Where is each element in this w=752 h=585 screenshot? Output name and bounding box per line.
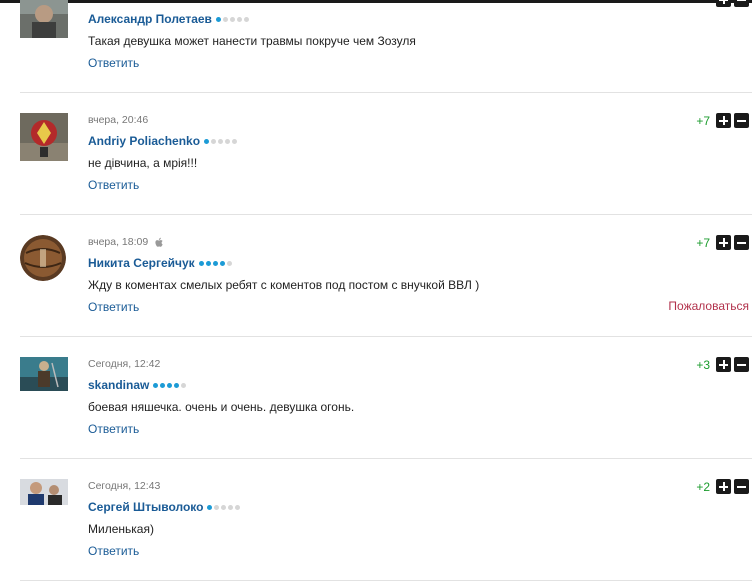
rating-dots (207, 504, 241, 510)
comment-text: боевая няшечка. очень и очень. девушка о… (88, 400, 355, 414)
avatar[interactable] (20, 0, 68, 38)
divider (20, 92, 752, 93)
vote-controls: +7 (696, 113, 749, 128)
comment-author[interactable]: Andriy Poliachenko (88, 134, 238, 148)
comment-author[interactable]: Сергей Штыволоко (88, 500, 241, 514)
divider (20, 458, 752, 459)
vote-controls: +2 (696, 479, 749, 494)
avatar[interactable] (20, 235, 66, 281)
comment-text: Такая девушка может нанести травмы покру… (88, 34, 416, 48)
vote-score: +7 (696, 235, 710, 250)
reply-link[interactable]: Ответить (88, 544, 139, 558)
comment-text: Жду в коментах смелых ребят с коментов п… (88, 278, 480, 292)
comment-text: Миленькая) (88, 522, 154, 536)
upvote-button[interactable] (716, 479, 731, 494)
top-border (0, 0, 752, 3)
comment-author[interactable]: skandinaw (88, 378, 187, 392)
upvote-button[interactable] (716, 0, 731, 7)
comment-date: Сегодня, 12:42 (88, 358, 161, 370)
divider (20, 580, 752, 581)
comment-author[interactable]: Никита Сергейчук (88, 256, 232, 270)
avatar[interactable] (20, 113, 68, 161)
reply-link[interactable]: Ответить (88, 56, 139, 70)
vote-score: +3 (696, 357, 710, 372)
apple-icon (155, 237, 163, 247)
vote-controls: +7 (696, 235, 749, 250)
reply-link[interactable]: Ответить (88, 178, 139, 192)
comment-author[interactable]: Александр Полетаев (88, 12, 249, 26)
reply-link[interactable]: Ответить (88, 300, 139, 314)
comment-date: Сегодня, 12:43 (88, 480, 161, 492)
vote-controls (716, 0, 749, 7)
divider (20, 336, 752, 337)
upvote-button[interactable] (716, 235, 731, 250)
downvote-button[interactable] (734, 113, 749, 128)
divider (20, 214, 752, 215)
rating-dots (198, 260, 232, 266)
upvote-button[interactable] (716, 357, 731, 372)
comment-date: вчера, 20:46 (88, 114, 149, 126)
rating-dots (215, 16, 249, 22)
comment-meta: вчера, 18:09 (88, 236, 164, 248)
rating-dots (153, 382, 187, 388)
avatar[interactable] (20, 479, 68, 505)
downvote-button[interactable] (734, 0, 749, 7)
report-link[interactable]: Пожаловаться (668, 299, 749, 313)
vote-score: +2 (696, 479, 710, 494)
avatar[interactable] (20, 357, 68, 391)
downvote-button[interactable] (734, 357, 749, 372)
rating-dots (204, 138, 238, 144)
vote-score: +7 (696, 113, 710, 128)
comment-date: вчера, 18:09 (88, 236, 149, 248)
downvote-button[interactable] (734, 235, 749, 250)
reply-link[interactable]: Ответить (88, 422, 139, 436)
downvote-button[interactable] (734, 479, 749, 494)
comment-text: не дівчина, а мрія!!! (88, 156, 198, 170)
upvote-button[interactable] (716, 113, 731, 128)
vote-controls: +3 (696, 357, 749, 372)
